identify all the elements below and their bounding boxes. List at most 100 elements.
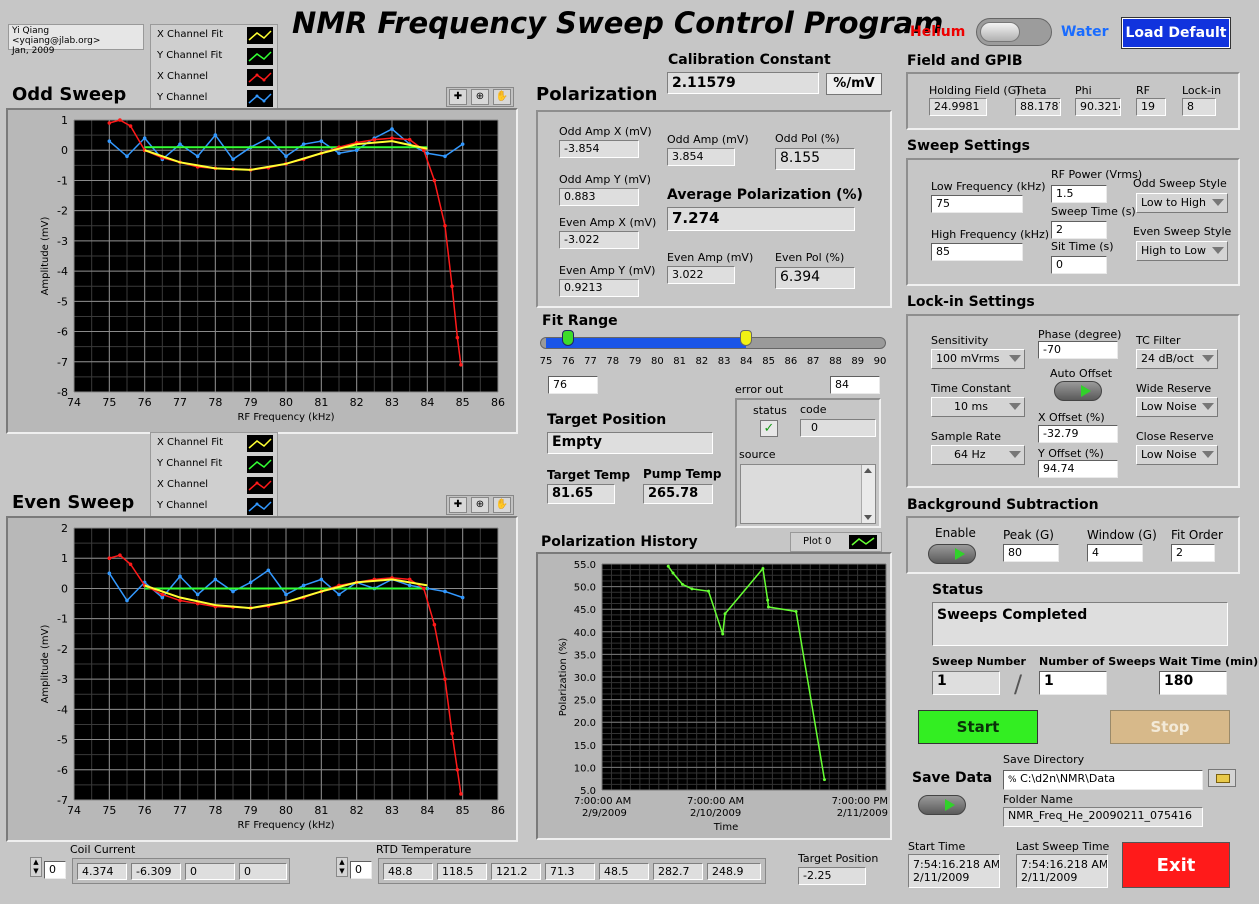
zoom-tool-icon[interactable]: ⊕ [471, 497, 489, 513]
bottom-target-position-value: -2.25 [798, 867, 866, 885]
save-data-label: Save Data [912, 770, 993, 786]
y-tick-label: 10.0 [574, 763, 596, 774]
tc-filter-select[interactable]: 24 dB/oct [1136, 349, 1218, 369]
sample-rate-select[interactable]: 64 Hz [931, 445, 1025, 465]
x-tick-label: 76 [138, 396, 152, 409]
even-sweep-style-value: High to Low [1141, 244, 1206, 257]
odd-sweep-chart[interactable]: 74 75 76 77 78 79 80 81 82 83 84 85 86 1 0 -1 -2 -3 -4 -5 -6… [8, 110, 516, 432]
odd-graph-toolbar: ✚ ⊕ ✋ [446, 87, 514, 107]
fit-order-input[interactable]: 2 [1171, 544, 1215, 562]
sensitivity-value: 100 mVrms [936, 352, 1000, 365]
exit-button[interactable]: Exit [1122, 842, 1230, 888]
even-sweep-style-select[interactable]: High to Low [1136, 241, 1228, 261]
x-tick-label: 7:00:00 PM [832, 796, 888, 807]
x-channel-point [407, 137, 412, 142]
pan-tool-icon[interactable]: ✋ [493, 89, 511, 105]
even-amp-label: Even Amp (mV) [667, 251, 754, 264]
y-channel-point [266, 568, 271, 573]
time-constant-select[interactable]: 10 ms [931, 397, 1025, 417]
x-tick-label: 84 [420, 804, 434, 817]
coil-current-array: 4.374 -6.309 0 0 [72, 858, 290, 884]
coil-value: 4.374 [77, 863, 127, 880]
x-tick-label: 75 [102, 804, 116, 817]
history-point [671, 571, 675, 575]
fit-range-high-input[interactable]: 84 [830, 376, 880, 394]
odd-amp-label: Odd Amp (mV) [667, 133, 749, 146]
field-gpib-title: Field and GPIB [907, 53, 1023, 69]
y-tick-label: -6 [57, 764, 68, 777]
path-icon: % [1008, 775, 1017, 785]
y-channel-point [337, 151, 341, 156]
zoom-tool-icon[interactable]: ⊕ [471, 89, 489, 105]
x-tick-label: 82 [350, 804, 364, 817]
high-frequency-input[interactable]: 85 [931, 243, 1023, 261]
wait-time-input[interactable]: 180 [1159, 671, 1227, 695]
odd-sweep-style-select[interactable]: Low to High [1136, 193, 1228, 213]
rtd-index-input[interactable]: 0 [350, 861, 372, 879]
sweep-number-label: Sweep Number [932, 655, 1026, 668]
browse-folder-icon[interactable] [1208, 769, 1236, 787]
sweep-time-input[interactable]: 2 [1051, 221, 1107, 239]
close-reserve-select[interactable]: Low Noise [1136, 445, 1218, 465]
legend-x-channel: X Channel [157, 479, 209, 490]
background-enable-button[interactable] [928, 544, 976, 564]
x-channel-point [118, 118, 122, 122]
fit-range-low-input[interactable]: 76 [548, 376, 598, 394]
sensitivity-select[interactable]: 100 mVrms [931, 349, 1025, 369]
y-channel-point [195, 592, 200, 597]
time-constant-label: Time Constant [931, 382, 1011, 395]
number-of-sweeps-input[interactable]: 1 [1039, 671, 1107, 695]
polarization-title: Polarization [536, 84, 658, 105]
fit-range-low-thumb[interactable] [562, 330, 575, 346]
wait-time-label: Wait Time (min) [1159, 655, 1259, 668]
low-frequency-input[interactable]: 75 [931, 195, 1023, 213]
y-channel-point [319, 577, 324, 582]
save-data-button[interactable] [918, 795, 966, 815]
status-value: Sweeps Completed [932, 602, 1228, 646]
save-directory-input[interactable]: % C:\d2n\NMR\Data [1003, 770, 1203, 790]
y-tick-label: 0 [61, 144, 68, 157]
y-offset-input[interactable]: 94.74 [1038, 460, 1118, 478]
x-tick-label: 86 [491, 804, 505, 817]
auto-offset-button[interactable] [1054, 381, 1102, 401]
phase-input[interactable]: -70 [1038, 341, 1118, 359]
tc-filter-label: TC Filter [1136, 334, 1181, 347]
x-tick-label: 74 [67, 396, 81, 409]
stop-button[interactable]: Stop [1110, 710, 1230, 744]
fit-range-high-thumb[interactable] [740, 330, 753, 346]
window-input[interactable]: 4 [1087, 544, 1143, 562]
low-frequency-label: Low Frequency (kHz) [931, 180, 1046, 193]
led-indicator-icon [945, 799, 955, 811]
sweep-time-label: Sweep Time (s) [1051, 205, 1136, 218]
sit-time-input[interactable]: 0 [1051, 256, 1107, 274]
start-button[interactable]: Start [918, 710, 1038, 744]
y-channel-point [107, 571, 112, 576]
coil-value: 0 [185, 863, 235, 880]
odd-sweep-style-label: Odd Sweep Style [1133, 177, 1227, 190]
coil-index-stepper[interactable]: ▲ ▼ [30, 857, 42, 877]
last-sweep-time-date: 2/11/2009 [1021, 871, 1078, 884]
mode-toggle[interactable] [976, 18, 1052, 46]
history-chart[interactable]: 55.0 50.0 45.0 40.0 35.0 30.0 25.0 20.0 15.0 10.0… [538, 554, 890, 838]
coil-index-input[interactable]: 0 [44, 861, 66, 879]
fit-range-slider[interactable] [540, 330, 886, 352]
load-default-button[interactable]: Load Default [1121, 17, 1231, 49]
y-channel-point [301, 142, 306, 146]
chevron-down-icon [1009, 451, 1021, 458]
y-tick-label: 45.0 [574, 605, 596, 616]
y-tick-label: 0 [61, 582, 68, 595]
cursor-tool-icon[interactable]: ✚ [449, 89, 467, 105]
x-offset-input[interactable]: -32.79 [1038, 425, 1118, 443]
history-point [680, 582, 684, 586]
peak-input[interactable]: 80 [1003, 544, 1059, 562]
rf-power-input[interactable]: 1.5 [1051, 185, 1107, 203]
even-sweep-chart[interactable]: 74 75 76 77 78 79 80 81 82 83 84 85 86 2 1 0 -1 -2 -3 -4 -5 -… [8, 518, 516, 840]
rtd-value: 48.5 [599, 863, 649, 880]
even-amp-x-value: -3.022 [559, 231, 639, 249]
x-channel-point [107, 121, 112, 125]
pan-tool-icon[interactable]: ✋ [493, 497, 511, 513]
source-scrollbar[interactable] [861, 465, 875, 523]
cursor-tool-icon[interactable]: ✚ [449, 497, 467, 513]
rtd-index-stepper[interactable]: ▲ ▼ [336, 857, 348, 877]
wide-reserve-select[interactable]: Low Noise [1136, 397, 1218, 417]
